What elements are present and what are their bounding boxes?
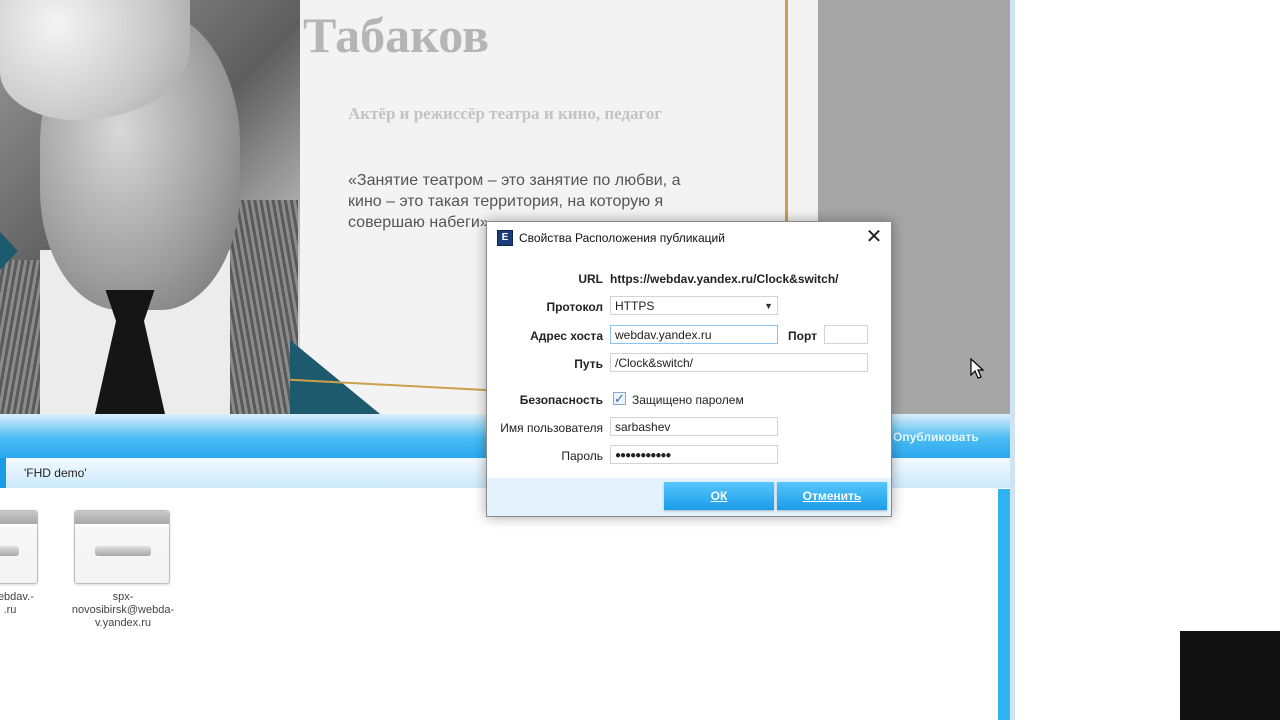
slide-title: Табаков: [303, 7, 490, 63]
protocol-value: HTTPS: [615, 299, 655, 313]
password-input[interactable]: ●●●●●●●●●●●: [610, 445, 778, 464]
cancel-button[interactable]: Отменить: [777, 482, 887, 510]
port-label: Порт: [787, 329, 817, 343]
publish-button[interactable]: Опубликовать: [893, 430, 979, 444]
overlay-black-box: [1180, 631, 1280, 720]
gold-frame-line: [785, 0, 788, 222]
slide-subtitle: Актёр и режиссёр театра и кино, педагог: [348, 104, 663, 123]
port-input[interactable]: [824, 325, 868, 344]
username-label: Имя пользователя: [500, 421, 603, 435]
publication-location-dialog: E Свойства Расположения публикаций ✕ URL…: [486, 221, 892, 517]
window-edge: [1010, 0, 1015, 720]
app-icon: E: [497, 230, 513, 246]
network-drive-icon: [0, 510, 38, 584]
password-protected-checkbox[interactable]: ✓: [613, 392, 626, 405]
password-protected-label: Защищено паролем: [632, 393, 744, 407]
url-label: URL: [578, 272, 603, 286]
close-icon[interactable]: ✕: [862, 225, 886, 249]
jacket-right: [228, 200, 298, 414]
location-item[interactable]: [0, 510, 38, 584]
path-label: Путь: [574, 357, 603, 371]
mouse-pointer-icon: [970, 358, 985, 379]
security-label: Безопасность: [519, 393, 603, 407]
protocol-select[interactable]: HTTPS ▼: [610, 296, 778, 315]
dialog-title: Свойства Расположения публикаций: [519, 231, 725, 245]
password-label: Пароль: [561, 449, 603, 463]
location-item[interactable]: [74, 510, 170, 584]
scrollbar[interactable]: [998, 489, 1010, 720]
teal-decoration: [290, 340, 380, 414]
chevron-down-icon: ▼: [764, 301, 773, 311]
tab-active-marker: [0, 458, 6, 488]
url-value: https://webdav.yandex.ru/Clock&switch/: [610, 272, 839, 286]
network-drive-icon: [74, 510, 170, 584]
portrait-photo: [0, 0, 300, 414]
host-input[interactable]: webdav.yandex.ru: [610, 325, 778, 344]
location-label: spx- novosibirsk@webda- v.yandex.ru: [71, 591, 175, 629]
checkmark-icon: ✓: [614, 391, 625, 406]
path-input[interactable]: /Clock&switch/: [610, 353, 868, 372]
protocol-label: Протокол: [546, 300, 603, 314]
ok-button[interactable]: ОК: [664, 482, 774, 510]
username-input[interactable]: sarbashev: [610, 417, 778, 436]
location-label: webdav.- .ru: [0, 591, 34, 616]
tab-fhd-demo[interactable]: 'FHD demo': [24, 466, 87, 480]
host-label: Адрес хоста: [530, 329, 603, 343]
